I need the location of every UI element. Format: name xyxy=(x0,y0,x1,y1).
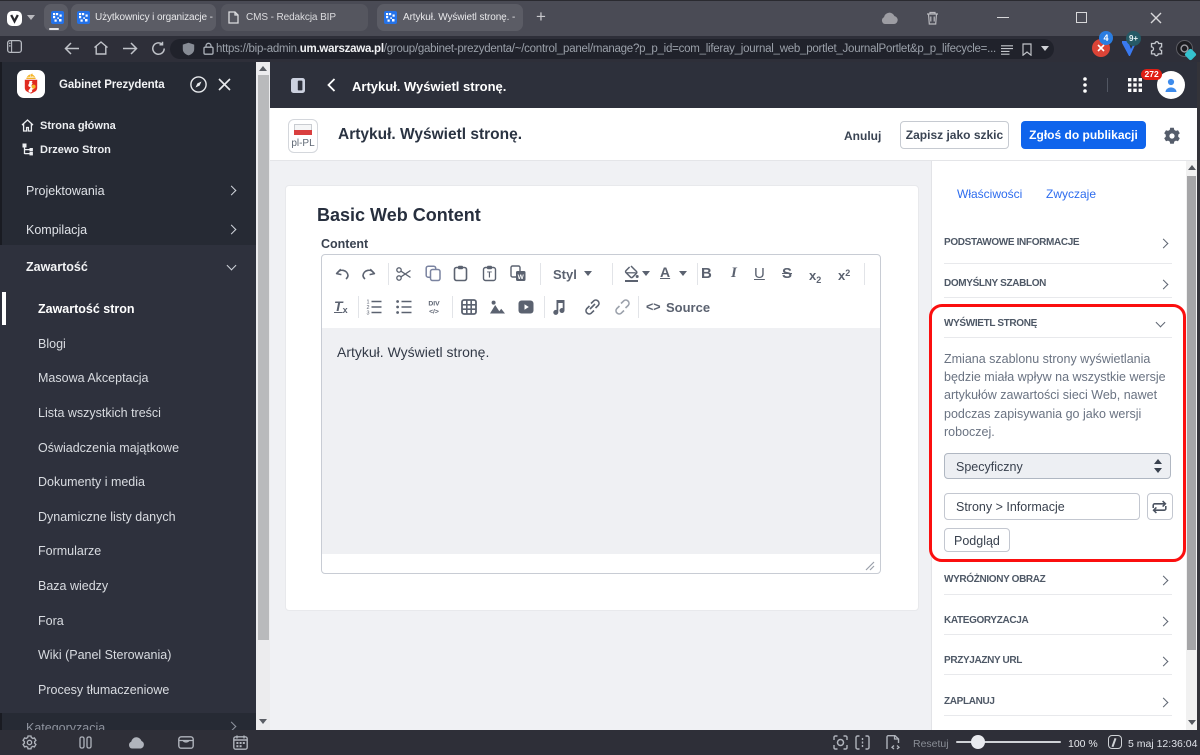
svg-text:DIV: DIV xyxy=(428,301,440,308)
svg-text:</>: </> xyxy=(429,309,439,316)
svg-text:T: T xyxy=(487,271,492,280)
svg-text:3: 3 xyxy=(367,311,370,315)
svg-text:W: W xyxy=(518,274,525,281)
